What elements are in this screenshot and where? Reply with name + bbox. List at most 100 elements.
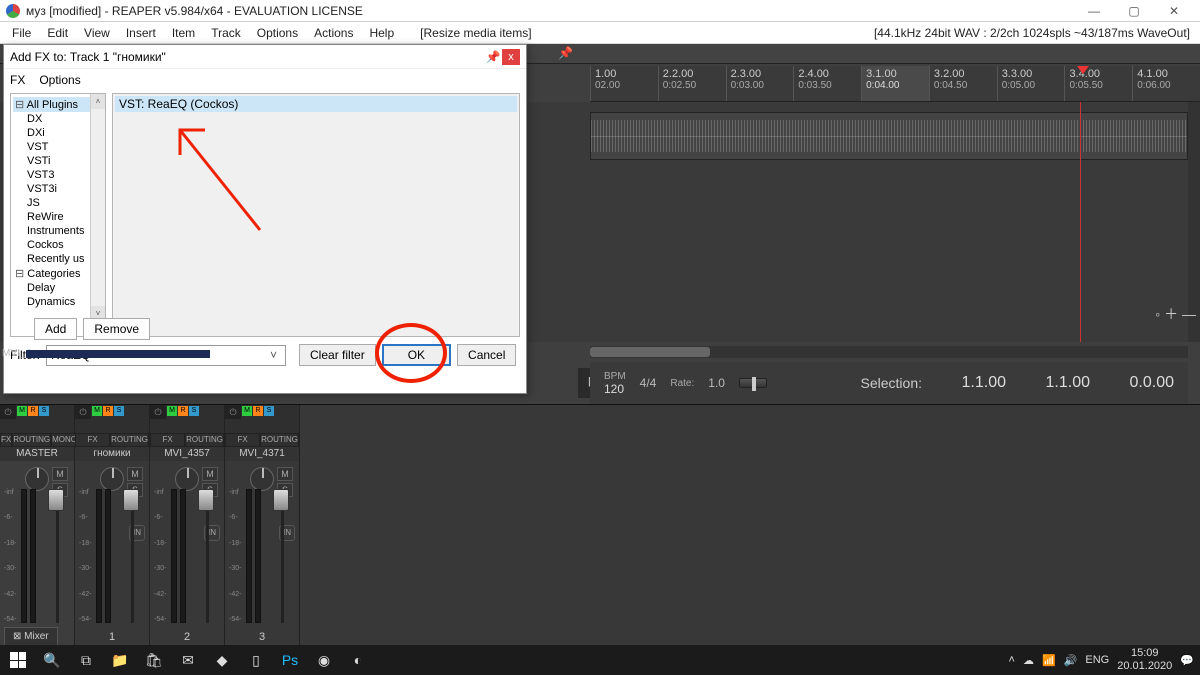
media-item[interactable] (590, 112, 1188, 160)
channel-name[interactable]: MASTER (0, 447, 74, 461)
pan-knob[interactable] (250, 467, 274, 491)
tree-vscrollbar[interactable]: ˄˅ (90, 94, 105, 321)
menu-insert[interactable]: Insert (118, 26, 164, 40)
bpm-value[interactable]: 120 (604, 382, 626, 396)
channel-number: 1 (75, 631, 149, 643)
menu-view[interactable]: View (76, 26, 118, 40)
power-button[interactable]: ⏻ (75, 405, 91, 419)
menu-item[interactable]: Item (164, 26, 203, 40)
tray-wifi-icon[interactable]: 📶 (1042, 654, 1056, 667)
tray-chevron-icon[interactable]: ˄ (1009, 654, 1015, 666)
ruler-tick[interactable]: 3.2.000:04.50 (929, 66, 997, 101)
meter (171, 489, 177, 623)
app2-icon[interactable]: ▯ (244, 648, 268, 672)
dialog-menu-options[interactable]: Options (39, 73, 80, 87)
tray-cloud-icon[interactable]: ☁ (1023, 654, 1034, 667)
mute-button[interactable]: M (277, 467, 293, 481)
maximize-button[interactable]: ▢ (1114, 0, 1154, 22)
timeline-ruler[interactable]: 1.0002.002.2.000:02.502.3.000:03.002.4.0… (590, 66, 1200, 102)
channel-name[interactable]: гномики (75, 447, 149, 461)
bpm-label: BPM (604, 371, 626, 382)
fx-chain-buttons: Add Remove (34, 318, 150, 340)
arrange-view[interactable] (590, 102, 1188, 342)
menu-track[interactable]: Track (203, 26, 249, 40)
edit-cursor[interactable] (1080, 102, 1081, 342)
pan-knob[interactable] (175, 467, 199, 491)
ruler-tick[interactable]: 3.3.000:05.00 (997, 66, 1065, 101)
channel-io[interactable]: FXROUTING (75, 433, 149, 447)
search-icon[interactable]: 🔍 (40, 648, 64, 672)
rate-slider[interactable] (739, 378, 767, 388)
tray-notifications-icon[interactable]: 💬 (1180, 654, 1194, 667)
taskbar: 🔍 ⧉ 📁 🛍 ✉ ◆ ▯ Ps ◉ ◐ ˄ ☁ 📶 🔊 ENG 15:09 2… (0, 645, 1200, 675)
dialog-close-button[interactable]: x (502, 49, 520, 65)
volume-fader[interactable] (48, 489, 64, 623)
mute-button[interactable]: M (52, 467, 68, 481)
ok-button[interactable]: OK (382, 344, 451, 366)
add-button[interactable]: Add (34, 318, 77, 340)
ruler-tick[interactable]: 2.4.000:03.50 (793, 66, 861, 101)
power-button[interactable]: ⏻ (150, 405, 166, 419)
volume-fader[interactable] (123, 489, 139, 623)
play-marker-icon[interactable] (1077, 66, 1089, 74)
photoshop-icon[interactable]: Ps (278, 648, 302, 672)
app1-icon[interactable]: ◆ (210, 648, 234, 672)
channel-io[interactable]: FXROUTINGMONO (0, 433, 74, 447)
pan-knob[interactable] (25, 467, 49, 491)
filter-dropdown-icon[interactable]: ˅ (270, 348, 277, 362)
system-tray[interactable]: ˄ ☁ 📶 🔊 ENG 15:09 20.01.2020 💬 (1009, 647, 1194, 673)
ruler-tick[interactable]: 3.4.000:05.50 (1064, 66, 1132, 101)
explorer-icon[interactable]: 📁 (108, 648, 132, 672)
channel-name[interactable]: MVI_4371 (225, 447, 299, 461)
volume-fader[interactable] (198, 489, 214, 623)
mute-button[interactable]: M (127, 467, 143, 481)
clear-filter-button[interactable]: Clear filter (299, 344, 376, 366)
power-button[interactable]: ⏻ (0, 405, 16, 419)
reaper-taskbar-icon[interactable]: ◐ (346, 648, 370, 672)
track-channel: ⏻MRSFXROUTINGMVI_4357MSIN-inf-6--18--30-… (150, 405, 225, 645)
ruler-tick[interactable]: 3.1.000:04.00 (861, 66, 929, 101)
menu-options[interactable]: Options (249, 26, 306, 40)
mail-icon[interactable]: ✉ (176, 648, 200, 672)
volume-fader[interactable] (273, 489, 289, 623)
plugin-category-tree[interactable]: All PluginsDXDXiVSTVSTiVST3VST3iJSReWire… (10, 93, 106, 337)
mute-button[interactable]: M (202, 467, 218, 481)
ruler-tick[interactable]: 2.3.000:03.00 (726, 66, 794, 101)
dialog-pin-icon[interactable]: 📌 (484, 50, 502, 64)
minimize-button[interactable]: — (1074, 0, 1114, 22)
mixer-tab[interactable]: ⊠ Mixer (4, 627, 58, 645)
channel-io[interactable]: FXROUTING (225, 433, 299, 447)
time-signature[interactable]: 4/4 (640, 376, 657, 390)
chrome-icon[interactable]: ◉ (312, 648, 336, 672)
add-track-icon[interactable]: ◦ ＋ — (1155, 304, 1196, 324)
store-icon[interactable]: 🛍 (142, 648, 166, 672)
menu-edit[interactable]: Edit (39, 26, 76, 40)
start-button[interactable] (6, 648, 30, 672)
task-view-icon[interactable]: ⧉ (74, 648, 98, 672)
plugin-list-item[interactable]: VST: ReaEQ (Cockos) (115, 96, 517, 112)
remove-button[interactable]: Remove (83, 318, 150, 340)
ruler-tick[interactable]: 2.2.000:02.50 (658, 66, 726, 101)
tray-lang[interactable]: ENG (1085, 654, 1109, 666)
menu-actions[interactable]: Actions (306, 26, 361, 40)
selection-length[interactable]: 0.0.00 (1104, 374, 1174, 392)
tray-volume-icon[interactable]: 🔊 (1064, 654, 1078, 667)
close-button[interactable]: ✕ (1154, 0, 1194, 22)
menu-file[interactable]: File (4, 26, 39, 40)
window-title: муз [modified] - REAPER v5.984/x64 - EVA… (26, 4, 1074, 18)
ruler-tick[interactable]: 1.0002.00 (590, 66, 658, 101)
plugin-list[interactable]: VST: ReaEQ (Cockos) (112, 93, 520, 337)
selection-start[interactable]: 1.1.00 (936, 374, 1006, 392)
cancel-button[interactable]: Cancel (457, 344, 516, 366)
power-button[interactable]: ⏻ (225, 405, 241, 419)
dialog-menu-fx[interactable]: FX (10, 73, 25, 87)
channel-io[interactable]: FXROUTING (150, 433, 224, 447)
tray-clock[interactable]: 15:09 20.01.2020 (1117, 647, 1172, 673)
channel-name[interactable]: MVI_4357 (150, 447, 224, 461)
pin-icon[interactable]: 📌 (558, 46, 573, 60)
menu-help[interactable]: Help (361, 26, 402, 40)
pan-knob[interactable] (100, 467, 124, 491)
ruler-tick[interactable]: 4.1.000:06.00 (1132, 66, 1200, 101)
selection-end[interactable]: 1.1.00 (1020, 374, 1090, 392)
horizontal-scrollbar[interactable] (590, 346, 1188, 358)
